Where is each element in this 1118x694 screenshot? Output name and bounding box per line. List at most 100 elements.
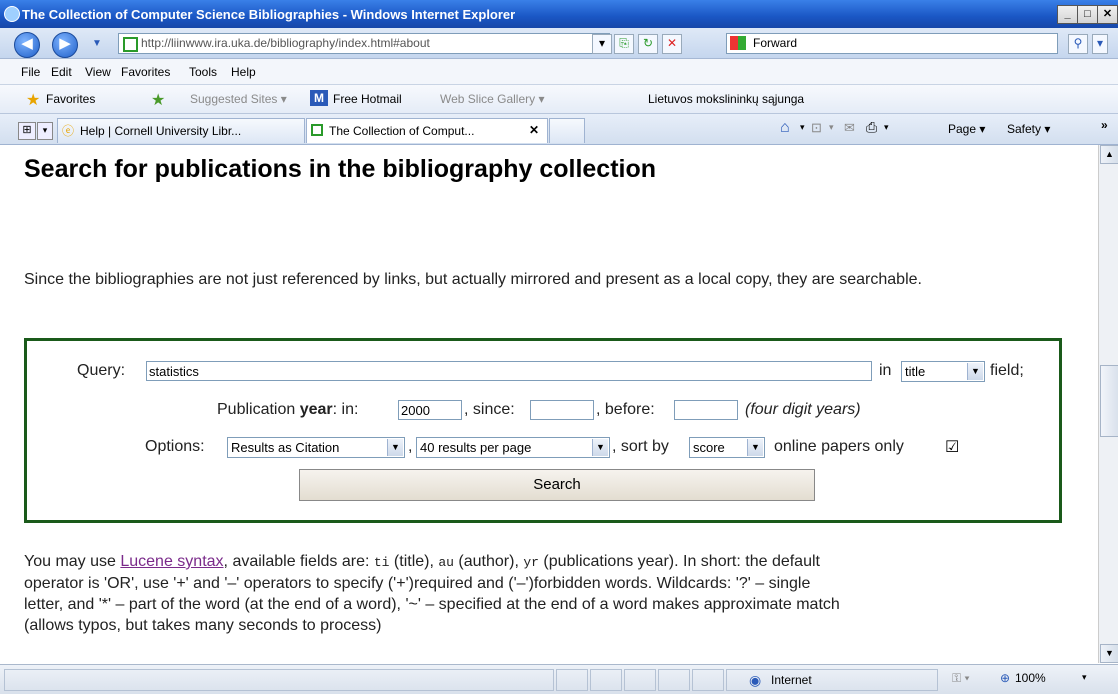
status-bar: ◉ Internet ⚿ ▾ ⊕ 100% ▾ (0, 664, 1118, 694)
year-hint: (four digit years) (745, 401, 861, 418)
scroll-up-icon[interactable]: ▲ (1100, 145, 1118, 164)
status-text-pane (4, 669, 554, 691)
sort-select[interactable]: score ▼ (689, 437, 765, 458)
favorites-bar: ★ Favorites ★ Suggested Sites ▾ M Free H… (0, 85, 1118, 114)
status-pane (556, 669, 588, 691)
ie-page-icon: ⓔ (62, 124, 75, 138)
year-label: Publication year: in: (217, 401, 359, 418)
search-icon[interactable]: ⚲ (1068, 34, 1088, 54)
globe-icon: ◉ (749, 672, 762, 688)
tab-collection[interactable]: The Collection of Comput... ✕ (306, 118, 548, 143)
home-icon[interactable]: ⌂ (780, 119, 790, 137)
address-dropdown-icon[interactable]: ▾ (592, 34, 612, 54)
quick-tabs-icon[interactable]: ⊞ (18, 122, 36, 140)
home-dropdown-icon[interactable]: ▾ (800, 122, 805, 133)
dropdown-arrow-icon: ▼ (967, 363, 983, 380)
status-pane (658, 669, 690, 691)
feeds-icon[interactable]: ⊡ (811, 120, 822, 136)
online-only-label: online papers only (774, 438, 904, 455)
menu-bar: File Edit View Favorites Tools Help (0, 59, 1118, 85)
lucene-syntax-link[interactable]: Lucene syntax (120, 553, 223, 570)
query-label: Query: (77, 362, 126, 379)
comma-separator: , (408, 438, 413, 455)
tab-bar: ⊞ ▾ ⓔ Help | Cornell University Libr... … (0, 114, 1118, 145)
menu-view[interactable]: View (85, 65, 111, 79)
since-label: , since: (464, 401, 515, 418)
new-tab-button[interactable] (549, 118, 585, 143)
per-page-select[interactable]: 40 results per page ▼ (416, 437, 610, 458)
window-title: The Collection of Computer Science Bibli… (22, 7, 516, 22)
field-suffix: field; (990, 362, 1024, 379)
close-tab-icon[interactable]: ✕ (529, 123, 539, 137)
print-icon[interactable]: ⎙ (866, 119, 877, 136)
scrollbar-thumb[interactable] (1100, 365, 1118, 437)
back-button[interactable]: ◀ (14, 32, 40, 58)
zoom-level[interactable]: 100% (1015, 671, 1046, 685)
protected-mode-icon[interactable]: ⚿ ▾ (952, 671, 970, 686)
mail-icon[interactable]: ✉ (844, 120, 855, 136)
minimize-button[interactable]: _ (1057, 5, 1078, 24)
online-only-checkbox[interactable]: ☑ (945, 437, 959, 457)
query-input[interactable]: statistics (146, 361, 872, 381)
dropdown-arrow-icon: ▼ (387, 439, 403, 456)
vertical-scrollbar[interactable]: ▲ ▼ (1098, 145, 1118, 663)
favicon-icon (311, 124, 323, 136)
feeds-dropdown-icon[interactable]: ▾ (829, 122, 834, 133)
search-form: Query: statistics in title ▼ field; Publ… (24, 338, 1062, 523)
field-select-value: title (905, 364, 926, 379)
status-pane (692, 669, 724, 691)
chevron-more-icon[interactable]: » (1101, 118, 1108, 132)
close-window-button[interactable]: ✕ (1097, 5, 1118, 24)
refresh-icon[interactable]: ↻ (638, 34, 658, 54)
favorites-item-suggested-sites[interactable]: Suggested Sites ▾ (190, 92, 287, 106)
before-label: , before: (596, 401, 655, 418)
compatibility-view-icon[interactable]: ⎘ (614, 34, 634, 54)
zoom-dropdown-icon[interactable]: ▾ (1082, 672, 1087, 683)
safety-menu[interactable]: Safety ▾ (1007, 122, 1050, 136)
results-format-select[interactable]: Results as Citation ▼ (227, 437, 405, 458)
favorites-item-free-hotmail[interactable]: Free Hotmail (333, 92, 402, 106)
sort-value: score (693, 440, 725, 455)
field-select[interactable]: title ▼ (901, 361, 985, 382)
favorites-button[interactable]: Favorites (46, 92, 95, 106)
tab-list-icon[interactable]: ▾ (37, 122, 53, 140)
help-line-1: You may use Lucene syntax, available fie… (24, 553, 820, 570)
address-url: http://liinwww.ira.uka.de/bibliography/i… (141, 36, 430, 50)
print-dropdown-icon[interactable]: ▾ (884, 122, 889, 133)
status-pane (590, 669, 622, 691)
search-box[interactable]: Forward (726, 33, 1058, 54)
zoom-icon: ⊕ (1000, 671, 1011, 685)
options-label: Options: (145, 438, 205, 455)
year-since-input[interactable] (530, 400, 594, 420)
menu-edit[interactable]: Edit (51, 65, 72, 79)
search-options-icon[interactable]: ▾ (1092, 34, 1108, 54)
year-before-input[interactable] (674, 400, 738, 420)
favorites-item-lietuvos[interactable]: Lietuvos mokslininkų sąjunga (648, 92, 804, 106)
menu-tools[interactable]: Tools (189, 65, 217, 79)
menu-file[interactable]: File (21, 65, 40, 79)
stop-icon[interactable]: ✕ (662, 34, 682, 54)
menu-favorites[interactable]: Favorites (121, 65, 170, 79)
search-provider-icon (730, 36, 746, 50)
title-bar: The Collection of Computer Science Bibli… (0, 0, 1118, 28)
hotmail-icon: M (310, 90, 328, 106)
scroll-down-icon[interactable]: ▼ (1100, 644, 1118, 663)
favorites-item-web-slice-gallery[interactable]: Web Slice Gallery ▾ (440, 92, 545, 106)
address-toolbar: ◀ ▶ ▼ http://liinwww.ira.uka.de/bibliogr… (0, 28, 1118, 59)
add-to-favorites-icon[interactable]: ★ (151, 90, 165, 110)
maximize-button[interactable]: □ (1077, 5, 1098, 24)
per-page-value: 40 results per page (420, 440, 532, 455)
recent-pages-dropdown-icon[interactable]: ▼ (92, 38, 102, 49)
page-menu[interactable]: Page ▾ (948, 122, 985, 136)
zone-label: Internet (771, 673, 812, 687)
search-box-text: Forward (753, 36, 798, 50)
dropdown-arrow-icon: ▼ (592, 439, 608, 456)
forward-button[interactable]: ▶ (52, 32, 78, 58)
page-heading: Search for publications in the bibliogra… (24, 155, 657, 183)
search-button[interactable]: Search (299, 469, 815, 501)
status-pane (624, 669, 656, 691)
tab-cornell[interactable]: ⓔ Help | Cornell University Libr... (57, 118, 305, 143)
address-bar[interactable]: http://liinwww.ira.uka.de/bibliography/i… (118, 33, 610, 54)
menu-help[interactable]: Help (231, 65, 256, 79)
year-in-input[interactable]: 2000 (398, 400, 462, 420)
